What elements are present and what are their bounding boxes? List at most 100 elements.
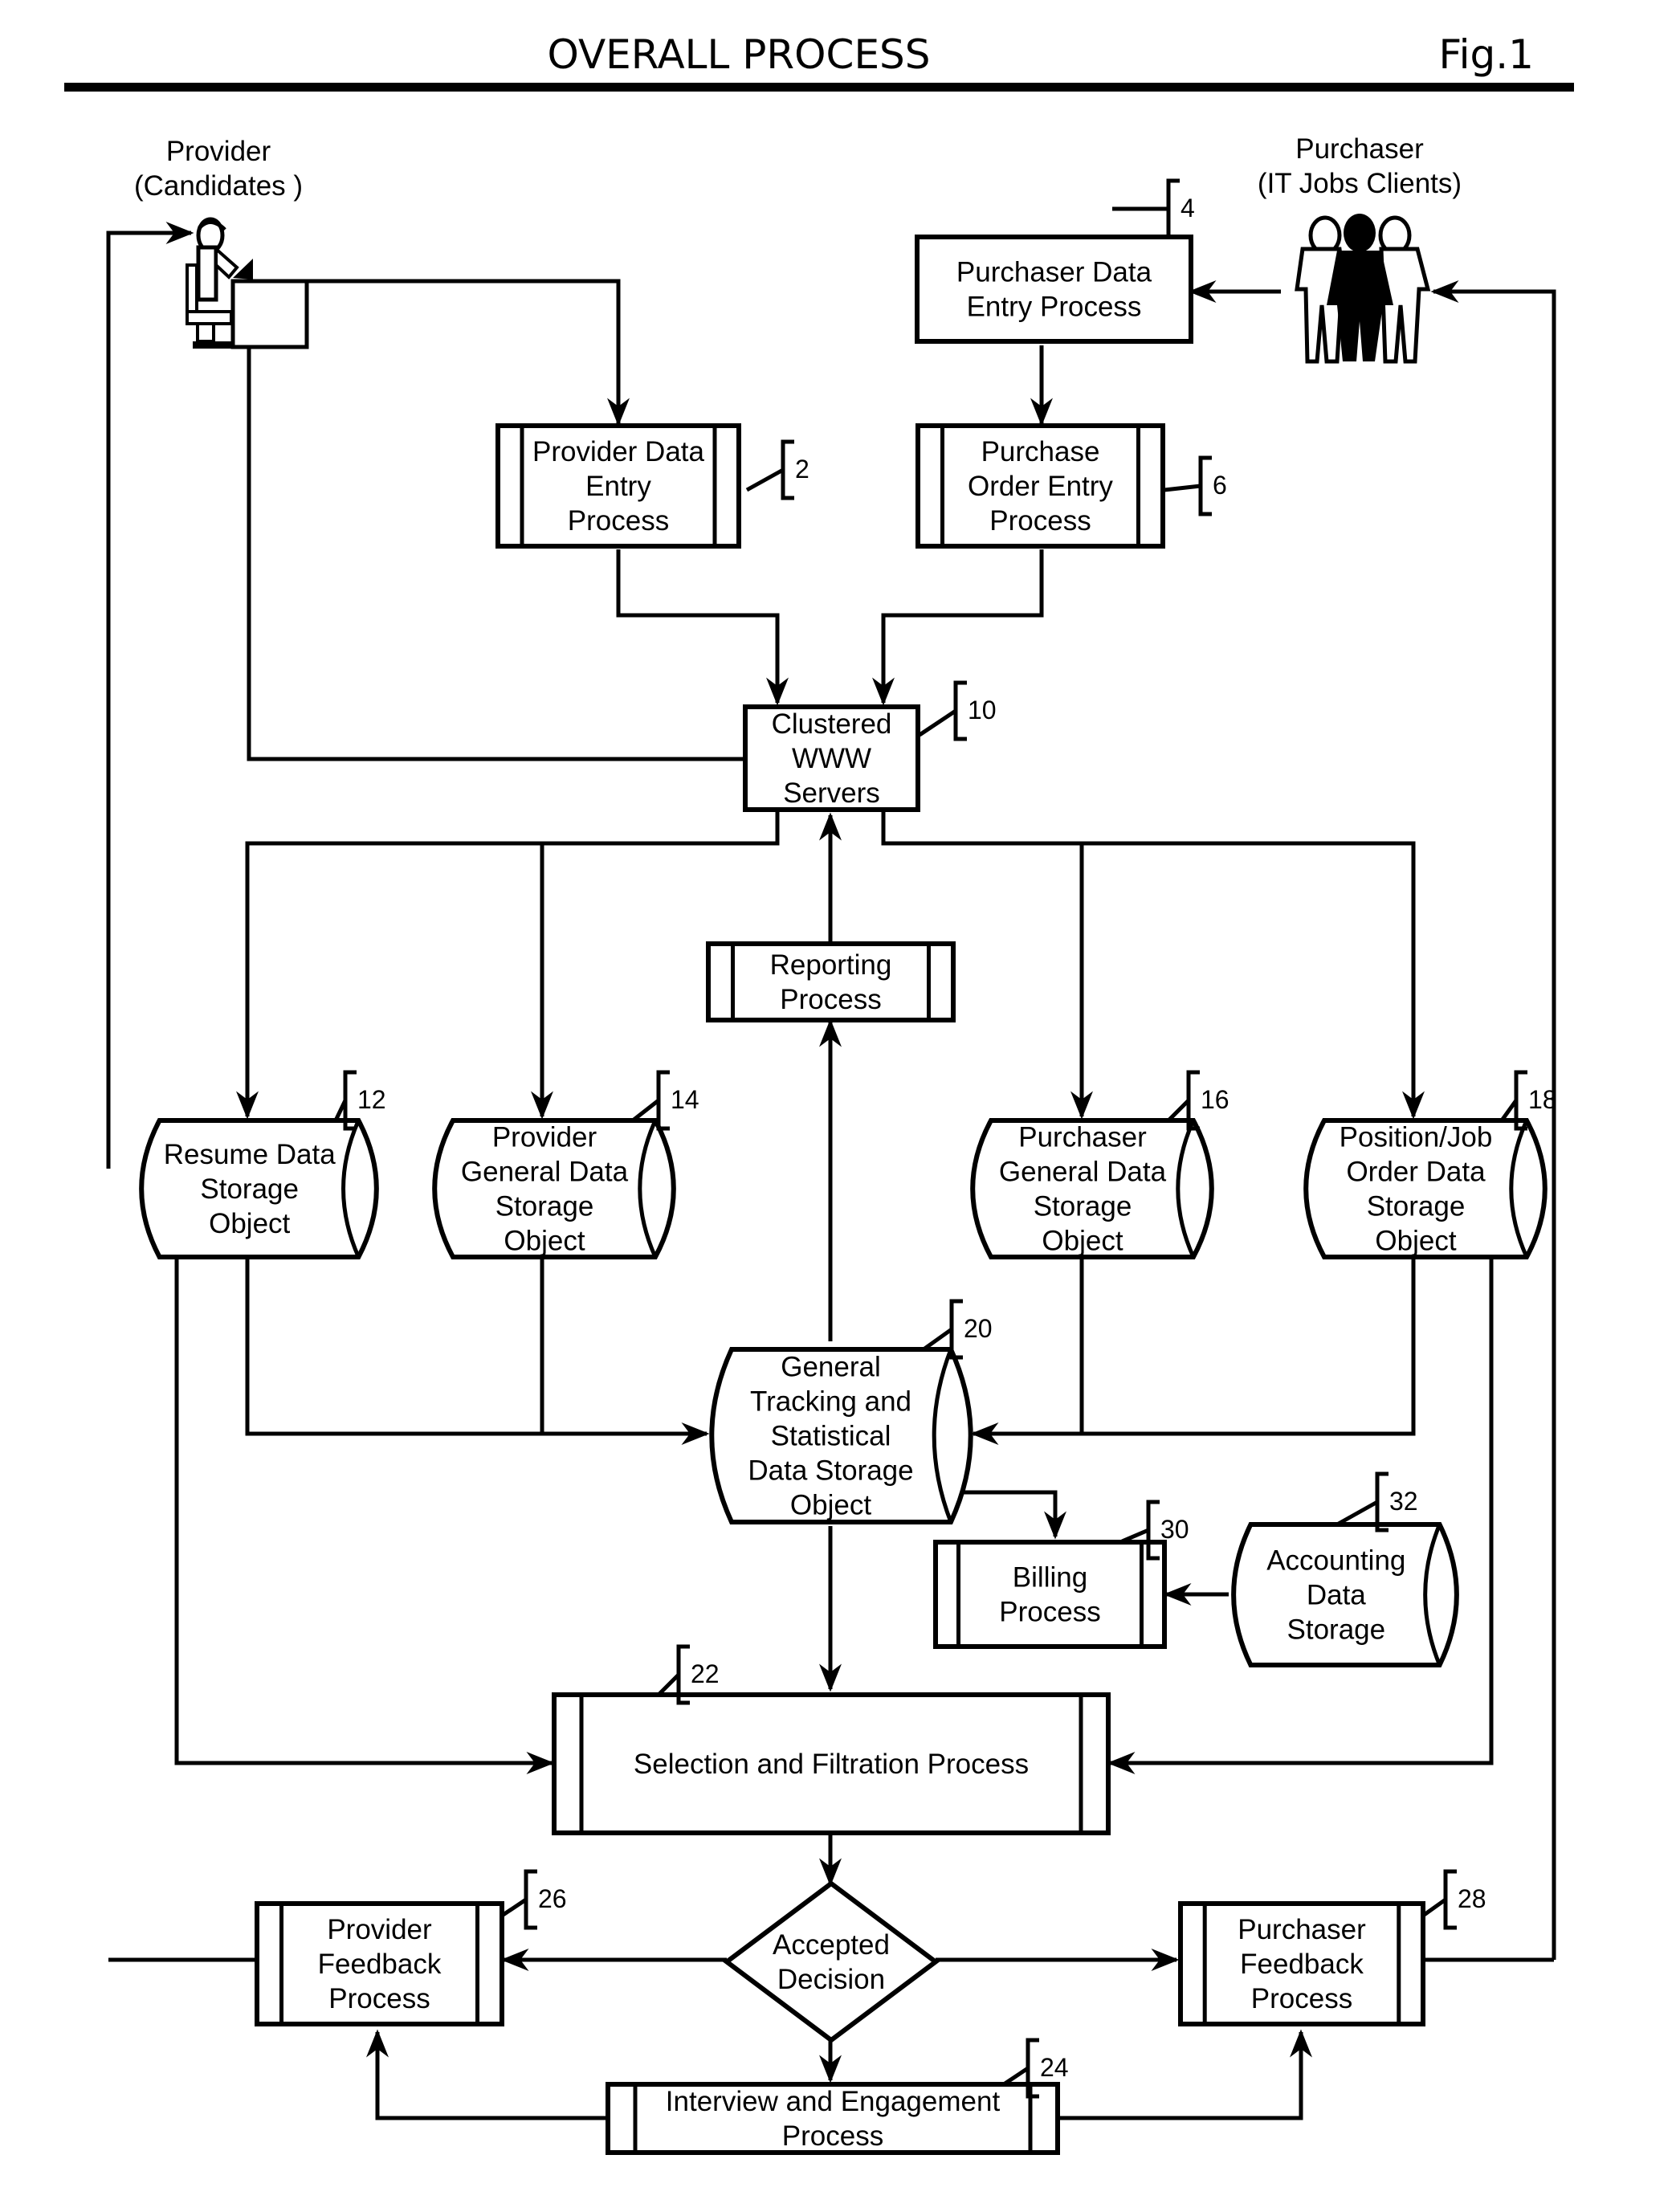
node-label: Order Entry bbox=[968, 471, 1113, 502]
node-label: Feedback bbox=[1240, 1949, 1364, 1980]
node-label: Tracking and bbox=[750, 1386, 911, 1418]
overall-process-diagram: OVERALL PROCESS Fig.1 Provider (Candidat… bbox=[64, 31, 1574, 2155]
flow-provider-to-servers bbox=[247, 347, 747, 761]
node-label: Process bbox=[782, 2120, 883, 2152]
node-purchaser-data-entry: Purchaser Data Entry Process 4 bbox=[915, 178, 1195, 344]
node-resume-storage: Resume DataStorageObject 12 bbox=[139, 1070, 386, 1259]
node-label: Process bbox=[1251, 1983, 1352, 2014]
node-label: Purchaser bbox=[1018, 1122, 1147, 1153]
node-label: General Data bbox=[999, 1157, 1167, 1188]
node-label: Process bbox=[780, 984, 881, 1015]
reference-number: 6 bbox=[1213, 471, 1227, 500]
node-label: Servers bbox=[783, 777, 880, 809]
flow-feedback-to-provider bbox=[106, 222, 194, 1169]
flow-resume-to-selection bbox=[174, 1257, 555, 1774]
node-label: Feedback bbox=[318, 1949, 442, 1980]
node-label: Data bbox=[1307, 1580, 1366, 1611]
node-label: Entry bbox=[585, 471, 651, 502]
node-label: Resume Data bbox=[164, 1139, 336, 1170]
node-label: Decision bbox=[777, 1964, 885, 1995]
reference-number: 2 bbox=[795, 455, 809, 484]
flow-provider-entry-to-servers bbox=[616, 549, 789, 706]
reference-number: 18 bbox=[1528, 1085, 1557, 1114]
flow-resume-to-tracking bbox=[245, 1257, 710, 1445]
node-label: Selection and Filtration Process bbox=[634, 1749, 1029, 1780]
node-position-job-storage: Position/Job Order DataStorage Object 18 bbox=[1303, 1070, 1557, 1259]
reference-number: 22 bbox=[691, 1659, 720, 1688]
node-interview-engagement: Interview and EngagementProcess 24 bbox=[606, 2038, 1069, 2155]
node-label: Statistical bbox=[771, 1421, 891, 1452]
node-label: Reporting bbox=[770, 949, 892, 981]
node-tracking-storage: GeneralTracking andStatisticalData Stora… bbox=[709, 1299, 993, 1524]
flow-servers-to-position bbox=[881, 810, 1425, 1120]
reference-number: 24 bbox=[1040, 2053, 1069, 2082]
reference-number: 16 bbox=[1201, 1085, 1229, 1114]
node-label: Accepted bbox=[773, 1929, 890, 1961]
flow-position-to-selection bbox=[1107, 1257, 1494, 1774]
node-purchaser-general-storage: Purchaser General DataStorage Object 16 bbox=[970, 1070, 1229, 1259]
flow-order-to-servers bbox=[872, 549, 1044, 706]
node-label: Accounting bbox=[1266, 1545, 1405, 1577]
reference-number: 4 bbox=[1181, 194, 1195, 222]
node-label: Provider Data bbox=[532, 436, 705, 467]
purchaser-label: Purchaser bbox=[1295, 133, 1424, 165]
node-label: Process bbox=[999, 1597, 1100, 1628]
reference-number: 28 bbox=[1458, 1884, 1486, 1913]
node-label: Data Storage bbox=[748, 1455, 913, 1487]
node-label: Process bbox=[989, 505, 1091, 537]
node-provider-data-entry: Provider Data EntryProcess 2 bbox=[495, 423, 809, 549]
node-label: Object bbox=[504, 1226, 585, 1257]
node-label: General Data bbox=[461, 1157, 629, 1188]
node-label: Provider bbox=[327, 1914, 432, 1945]
purchaser-group-icon bbox=[1295, 214, 1431, 364]
node-label: Storage bbox=[1034, 1191, 1132, 1222]
node-label: Object bbox=[1375, 1226, 1456, 1257]
provider-at-desk-icon bbox=[186, 217, 309, 349]
reference-number: 12 bbox=[357, 1085, 386, 1114]
reference-number: 10 bbox=[968, 696, 997, 724]
node-label: Interview and Engagement bbox=[666, 2086, 1001, 2117]
flow-position-to-tracking bbox=[970, 1257, 1416, 1445]
node-label: Storage bbox=[495, 1191, 594, 1222]
node-label: Provider bbox=[492, 1122, 597, 1153]
node-label: Storage bbox=[200, 1173, 299, 1205]
node-purchase-order-entry: Purchase Order EntryProcess 6 bbox=[915, 423, 1227, 549]
node-label: Purchaser Data bbox=[956, 257, 1152, 288]
flow-interview-to-purchaser-feedback bbox=[1058, 2029, 1312, 2120]
title-rule bbox=[64, 83, 1574, 92]
node-label: Entry Process bbox=[967, 292, 1142, 323]
reference-number: 26 bbox=[538, 1884, 567, 1913]
flow-servers-to-resume bbox=[236, 810, 780, 1120]
diagram-title: OVERALL PROCESS bbox=[547, 31, 930, 78]
node-provider-general-storage: Provider General DataStorage Object 14 bbox=[432, 1070, 699, 1259]
node-label: Purchase bbox=[981, 436, 1100, 467]
node-label: Billing bbox=[1013, 1562, 1087, 1594]
node-label: Object bbox=[209, 1208, 290, 1239]
node-label: Clustered bbox=[772, 708, 892, 740]
node-label: WWW bbox=[792, 743, 871, 774]
reference-number: 14 bbox=[671, 1085, 699, 1114]
flow-tracking-to-billing bbox=[960, 1490, 1066, 1540]
node-label: Storage bbox=[1287, 1614, 1386, 1646]
node-label: General bbox=[781, 1352, 881, 1383]
flow-interview-to-provider-feedback bbox=[366, 2029, 606, 2120]
figure-label: Fig.1 bbox=[1439, 31, 1534, 78]
provider-sublabel: (Candidates ) bbox=[134, 170, 303, 202]
node-label: Storage bbox=[1367, 1191, 1466, 1222]
node-label: Object bbox=[1042, 1226, 1123, 1257]
reference-number: 30 bbox=[1160, 1515, 1189, 1544]
node-reporting: ReportingProcess bbox=[706, 941, 956, 1022]
node-label: Position/Job bbox=[1340, 1122, 1493, 1153]
node-clustered-servers: ClusteredWWWServers 10 bbox=[743, 680, 997, 812]
node-label: Process bbox=[328, 1983, 430, 2014]
purchaser-sublabel: (IT Jobs Clients) bbox=[1258, 168, 1462, 199]
reference-number: 20 bbox=[964, 1314, 993, 1343]
node-label: Order Data bbox=[1346, 1157, 1486, 1188]
node-label: Process bbox=[568, 505, 669, 537]
node-provider-feedback: Provider FeedbackProcess 26 bbox=[255, 1869, 567, 2026]
node-label: Object bbox=[790, 1490, 871, 1521]
flow-provider-to-entry bbox=[307, 279, 630, 426]
node-label: Purchaser bbox=[1238, 1914, 1366, 1945]
reference-number: 32 bbox=[1389, 1487, 1418, 1516]
node-billing: BillingProcess 30 bbox=[933, 1500, 1189, 1649]
